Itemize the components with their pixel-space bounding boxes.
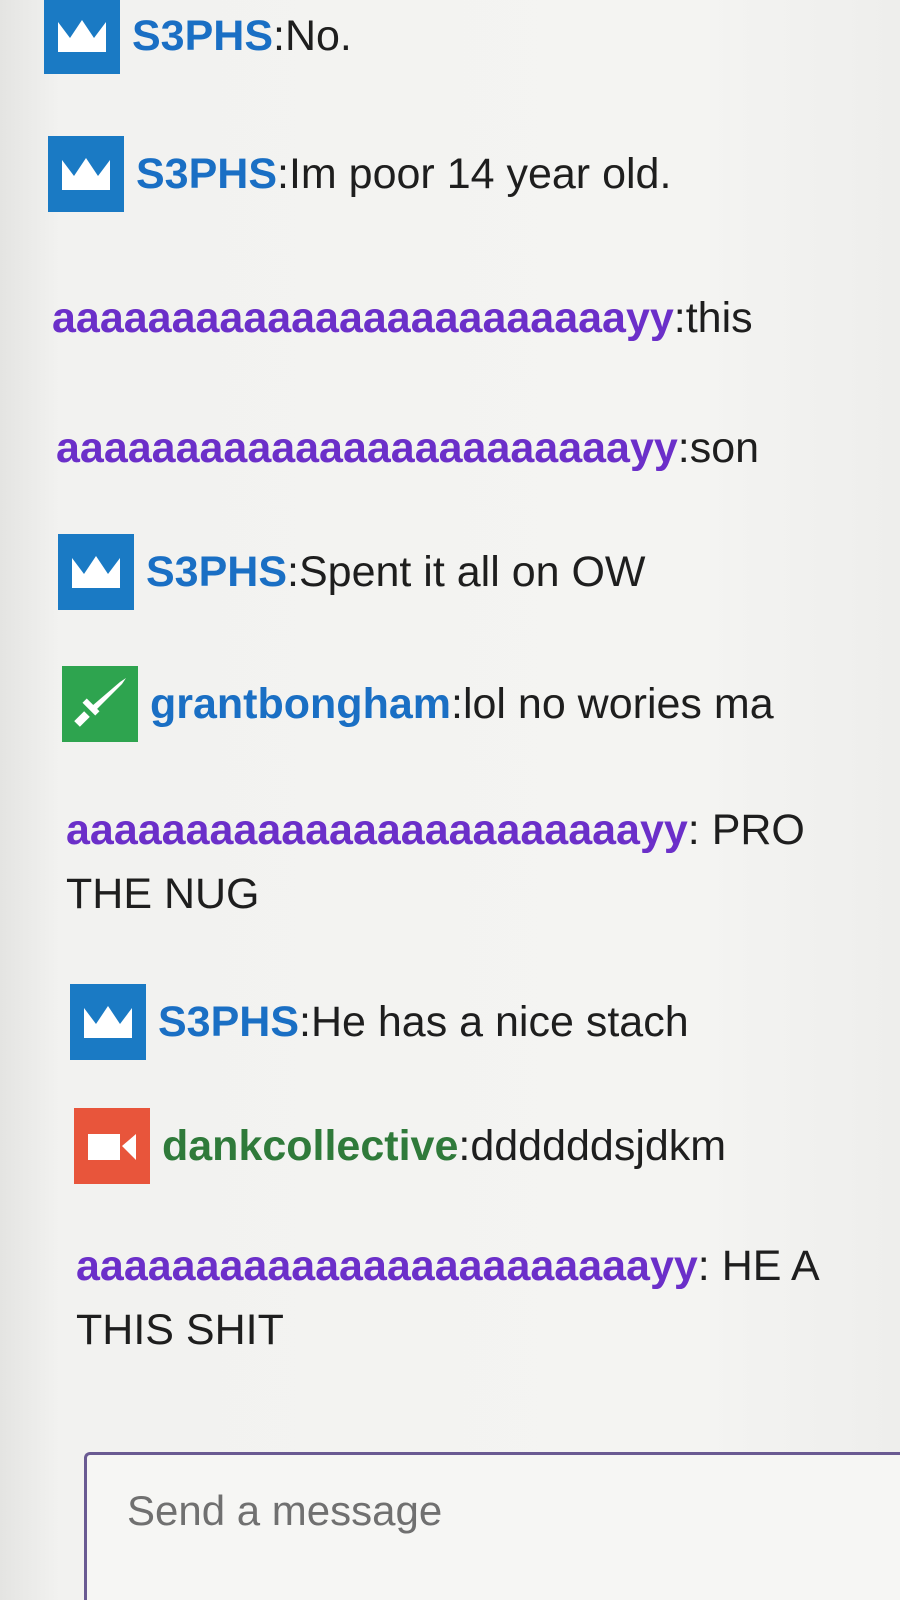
chat-separator: : xyxy=(673,294,686,342)
chat-message: aaaaaaaaaaaaaaaaaaaaaaaayy: son xyxy=(56,422,759,474)
chat-separator: : xyxy=(277,150,289,198)
chat-message-text: PRO xyxy=(711,806,805,854)
chat-message: S3PHS: Im poor 14 year old. xyxy=(48,136,671,212)
chat-message-text: Im poor 14 year old. xyxy=(288,150,672,198)
chat-message-text: Spent it all on OW xyxy=(298,548,646,596)
chat-message: aaaaaaaaaaaaaaaaaaaaaaaayy: HE A THIS SH… xyxy=(76,1240,900,1356)
chat-message: dankcollective: ddddddsjdkm xyxy=(74,1108,726,1184)
chat-separator: : xyxy=(450,680,463,728)
chat-username[interactable]: S3PHS xyxy=(136,148,277,200)
chat-separator: : xyxy=(299,998,311,1046)
chat-username[interactable]: S3PHS xyxy=(158,996,299,1048)
chat-message-text: He has a nice stach xyxy=(310,998,689,1046)
message-input[interactable] xyxy=(125,1475,889,1547)
chat-message: S3PHS: He has a nice stach xyxy=(70,984,689,1060)
crown-icon xyxy=(48,136,124,212)
chat-message-text: lol no wories ma xyxy=(462,680,774,728)
chat-composer[interactable] xyxy=(84,1452,900,1600)
chat-username[interactable]: aaaaaaaaaaaaaaaaaaaaaaaayy xyxy=(52,292,674,344)
chat-username[interactable]: aaaaaaaaaaaaaaaaaaaaaaaayy xyxy=(76,1242,698,1290)
chat-message-text: this xyxy=(685,294,753,342)
chat-message-text: HE A xyxy=(721,1242,820,1290)
chat-username[interactable]: aaaaaaaaaaaaaaaaaaaaaaaayy xyxy=(56,422,678,474)
chat-separator: : xyxy=(273,12,285,60)
chat-message-text-continued: THE NUG xyxy=(66,870,260,918)
chat-username[interactable]: S3PHS xyxy=(146,546,287,598)
chat-message-text: son xyxy=(689,424,760,472)
chat-separator: : xyxy=(458,1122,471,1170)
chat-message-text: No. xyxy=(284,12,352,60)
chat-message: S3PHS: No. xyxy=(44,0,352,74)
chat-message: grantbongham: lol no wories ma xyxy=(62,666,774,742)
crown-icon xyxy=(44,0,120,74)
chat-separator: : xyxy=(677,424,690,472)
chat-username[interactable]: S3PHS xyxy=(132,10,273,62)
chat-message: aaaaaaaaaaaaaaaaaaaaaaaayy: PRO THE NUG xyxy=(66,804,900,920)
chat-separator: : xyxy=(287,548,299,596)
camera-icon xyxy=(74,1108,150,1184)
crown-icon xyxy=(70,984,146,1060)
sword-icon xyxy=(62,666,138,742)
chat-separator: : xyxy=(697,1242,722,1290)
crown-icon xyxy=(58,534,134,610)
chat-message-text-continued: THIS SHIT xyxy=(76,1306,284,1354)
chat-username[interactable]: dankcollective xyxy=(162,1120,458,1172)
chat-message-text: ddddddsjdkm xyxy=(470,1122,727,1170)
chat-message: aaaaaaaaaaaaaaaaaaaaaaaayy: this xyxy=(52,292,753,344)
chat-message: S3PHS: Spent it all on OW xyxy=(58,534,646,610)
chat-panel: S3PHS: No. S3PHS: Im poor 14 year old. a… xyxy=(0,0,900,1600)
chat-username[interactable]: aaaaaaaaaaaaaaaaaaaaaaaayy xyxy=(66,806,688,854)
chat-separator: : xyxy=(687,806,712,854)
chat-username[interactable]: grantbongham xyxy=(150,678,451,730)
